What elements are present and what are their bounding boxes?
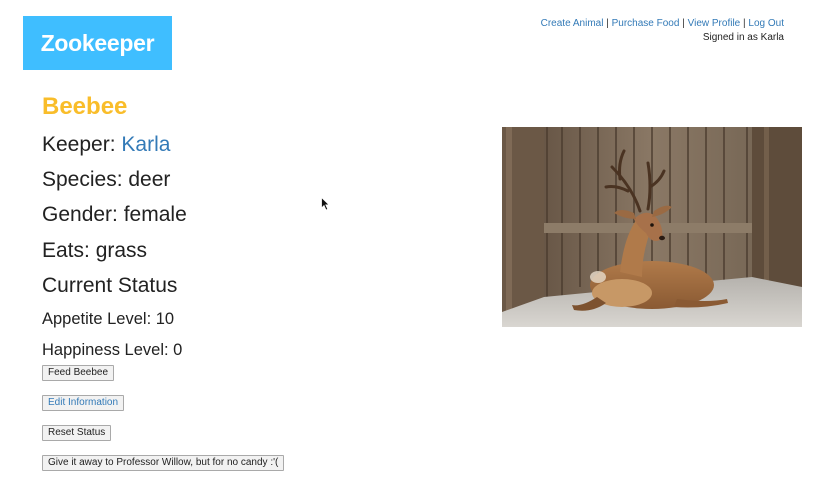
signed-in-status: Signed in as Karla	[702, 32, 784, 43]
view-profile-link[interactable]: View Profile	[688, 18, 741, 29]
keeper-label: Keeper:	[42, 133, 122, 156]
animal-photo	[502, 127, 802, 327]
log-out-link[interactable]: Log Out	[748, 18, 784, 29]
animal-name: Beebee	[42, 93, 128, 120]
appetite-level: Appetite Level: 10	[42, 310, 175, 328]
eats-line: Eats: grass	[42, 239, 148, 262]
current-status-heading: Current Status	[42, 274, 178, 297]
create-animal-link[interactable]: Create Animal	[541, 18, 604, 29]
keeper-line: Keeper: Karla	[42, 133, 170, 157]
purchase-food-link[interactable]: Purchase Food	[612, 18, 680, 29]
give-away-button[interactable]: Give it away to Professor Willow, but fo…	[42, 455, 285, 471]
deer-photo-illustration	[502, 127, 802, 327]
nav-links: Create Animal | Purchase Food | View Pro…	[541, 17, 784, 30]
zookeeper-logo[interactable]: Zookeeper	[23, 16, 172, 70]
top-navigation: Create Animal | Purchase Food | View Pro…	[541, 17, 784, 44]
keeper-name-link[interactable]: Karla	[121, 133, 170, 156]
species-line: Species: deer	[42, 168, 171, 191]
feed-button[interactable]: Feed Beebee	[42, 365, 115, 381]
reset-status-button[interactable]: Reset Status	[42, 425, 112, 441]
gender-line: Gender: female	[42, 203, 187, 226]
nav-separator: |	[606, 18, 609, 29]
nav-separator: |	[743, 18, 746, 29]
mouse-pointer-icon	[321, 197, 331, 211]
nav-separator: |	[682, 18, 685, 29]
happiness-level: Happiness Level: 0	[42, 341, 183, 359]
edit-information-button[interactable]: Edit Information	[42, 395, 125, 411]
